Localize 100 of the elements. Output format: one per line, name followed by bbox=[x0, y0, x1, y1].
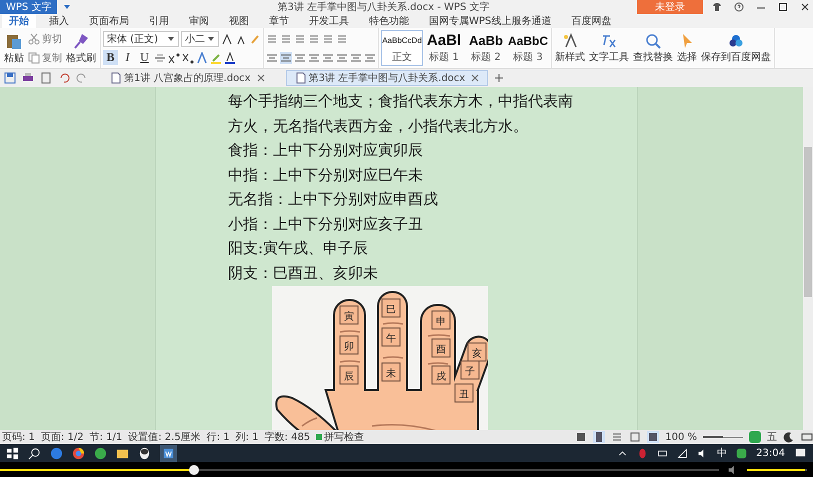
branch-label: 巳 bbox=[382, 298, 400, 318]
font-name-dropdown[interactable]: 宋体 (正文) bbox=[103, 30, 179, 46]
menu-tab[interactable]: 审阅 bbox=[182, 14, 216, 28]
menu-tab[interactable]: 国网专属WPS线上服务通道 bbox=[422, 14, 558, 28]
zoom-level[interactable]: 100 % bbox=[665, 432, 697, 442]
caret-icon[interactable] bbox=[63, 3, 72, 11]
spell-check-toggle[interactable]: 拼写检查 bbox=[316, 430, 364, 444]
new-style-button[interactable]: 新样式 bbox=[554, 32, 586, 64]
shading-icon[interactable] bbox=[350, 52, 362, 64]
cut-button[interactable]: 剪切 bbox=[28, 30, 62, 47]
print-preview-icon[interactable] bbox=[40, 72, 52, 84]
menu-tab[interactable]: 章节 bbox=[262, 14, 296, 28]
input-language[interactable]: 中 bbox=[717, 446, 728, 460]
browser-circle-icon[interactable] bbox=[72, 446, 85, 460]
windows-start-icon[interactable] bbox=[6, 446, 19, 460]
menu-tab[interactable]: 百度网盘 bbox=[564, 14, 618, 28]
caret-icon bbox=[167, 34, 175, 42]
close-icon bbox=[256, 74, 265, 82]
style-tile[interactable]: AaBb 标题 2 bbox=[465, 30, 507, 66]
bullet-list-icon[interactable] bbox=[266, 32, 278, 44]
menu-tab[interactable]: 视图 bbox=[222, 14, 256, 28]
text-effect-icon[interactable] bbox=[196, 52, 208, 64]
outline-view-icon[interactable] bbox=[611, 431, 624, 443]
style-tile[interactable]: AaBbCcDd 正文 bbox=[381, 30, 423, 66]
page-view-icon[interactable] bbox=[593, 431, 606, 443]
document-icon bbox=[110, 72, 122, 84]
border-icon[interactable] bbox=[364, 52, 376, 64]
new-tab-icon[interactable] bbox=[493, 72, 506, 84]
strikethrough-icon[interactable] bbox=[154, 52, 166, 64]
style-tile[interactable]: AaBbC 标题 3 bbox=[507, 30, 549, 66]
line-spacing-icon[interactable] bbox=[336, 52, 348, 64]
web-view-icon[interactable] bbox=[629, 431, 642, 443]
window-title: 第3讲 左手掌中图与八卦关系.docx - WPS 文字 bbox=[277, 0, 490, 14]
document-icon bbox=[294, 72, 307, 84]
clock[interactable]: 23:04 bbox=[756, 448, 785, 458]
search-icon bbox=[645, 32, 661, 48]
font-size-icon[interactable] bbox=[322, 32, 334, 44]
indent-icon[interactable] bbox=[308, 32, 320, 44]
text-line: 无名指：上中下分别对应申酉戌 bbox=[228, 189, 439, 210]
menu-tab[interactable]: 插入 bbox=[42, 14, 76, 28]
menu-tab[interactable]: 引用 bbox=[142, 14, 176, 28]
sort-icon[interactable] bbox=[336, 32, 348, 44]
format-button[interactable]: I bbox=[120, 50, 135, 65]
brush-icon bbox=[72, 32, 90, 50]
paste-button[interactable]: 粘贴 bbox=[2, 32, 26, 64]
help-icon[interactable] bbox=[734, 2, 744, 12]
vertical-scrollbar[interactable] bbox=[803, 87, 813, 430]
menu-tab[interactable]: 页面布局 bbox=[82, 14, 136, 28]
writer-app-icon[interactable] bbox=[160, 444, 177, 462]
branch-label: 亥 bbox=[468, 342, 486, 362]
menu-tab[interactable]: 特色功能 bbox=[362, 14, 416, 28]
align-right-icon[interactable] bbox=[294, 52, 306, 64]
undo-icon[interactable] bbox=[58, 72, 70, 84]
cloud-button[interactable]: 保存到百度网盘 bbox=[700, 32, 772, 64]
text-tools-button[interactable]: 文字工具 bbox=[588, 32, 630, 64]
font-color-icon[interactable] bbox=[224, 52, 236, 64]
text-line: 小指：上中下分别对应亥子丑 bbox=[228, 214, 424, 234]
scissors-icon bbox=[28, 32, 40, 44]
document-tab[interactable]: 第3讲 左手掌中图与八卦关系.docx bbox=[286, 70, 488, 86]
branch-label: 子 bbox=[460, 360, 480, 380]
menu-tab[interactable]: 开始 bbox=[2, 14, 36, 28]
format-painter-button[interactable]: 格式刷 bbox=[64, 32, 98, 64]
align-left-icon[interactable] bbox=[266, 52, 278, 64]
copy-button[interactable]: 复制 bbox=[28, 49, 62, 66]
reading-view-icon[interactable] bbox=[647, 431, 660, 443]
format-button[interactable]: U bbox=[137, 50, 152, 65]
superscript-icon[interactable] bbox=[168, 52, 180, 64]
format-button[interactable]: B bbox=[103, 50, 118, 65]
branch-label: 寅 bbox=[340, 306, 358, 324]
notification-icon[interactable] bbox=[794, 446, 807, 460]
seek-handle[interactable] bbox=[189, 464, 200, 474]
document-tab[interactable]: 第1讲 八宫象占的原理.docx bbox=[102, 70, 273, 86]
align-center-icon[interactable] bbox=[280, 52, 292, 64]
grow-font-icon[interactable] bbox=[221, 32, 233, 44]
branch-label: 辰 bbox=[340, 366, 358, 384]
justify-icon[interactable] bbox=[308, 52, 320, 64]
print-icon[interactable] bbox=[22, 72, 34, 84]
close-icon[interactable] bbox=[800, 2, 810, 12]
shirt-icon[interactable] bbox=[712, 2, 722, 12]
app-menu-button[interactable]: WPS 文字 bbox=[0, 0, 58, 14]
style-tile[interactable]: AaBl 标题 1 bbox=[423, 30, 465, 66]
save-icon[interactable] bbox=[4, 72, 16, 84]
keyboard-icon[interactable] bbox=[801, 431, 813, 443]
outdent-icon[interactable] bbox=[294, 32, 306, 44]
search-icon[interactable] bbox=[28, 446, 41, 460]
find-button[interactable]: 查找替换 bbox=[632, 32, 674, 64]
menu-tab[interactable]: 开发工具 bbox=[302, 14, 356, 28]
distribute-icon[interactable] bbox=[322, 52, 334, 64]
select-button[interactable]: 选择 bbox=[676, 32, 698, 64]
wifi-icon[interactable] bbox=[677, 448, 688, 458]
text-tools-icon bbox=[601, 32, 617, 48]
maximize-icon[interactable] bbox=[778, 2, 788, 12]
subscript-icon[interactable] bbox=[182, 52, 194, 64]
status-item: 页面: 1/2 bbox=[40, 431, 84, 444]
ime-mode[interactable]: 五 bbox=[767, 430, 777, 444]
full-screen-icon[interactable] bbox=[575, 431, 588, 443]
cloud-icon bbox=[728, 32, 744, 48]
font-size-dropdown[interactable]: 小二 bbox=[181, 30, 219, 46]
moon-icon[interactable] bbox=[783, 431, 795, 443]
numbered-list-icon[interactable] bbox=[280, 32, 292, 44]
